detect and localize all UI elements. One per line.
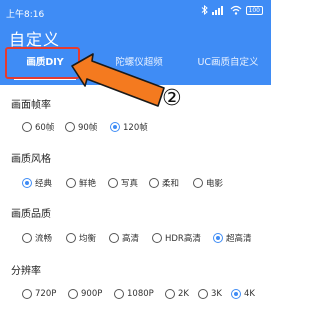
option-label: 2K <box>178 289 189 299</box>
annotation-number: ② <box>162 86 182 111</box>
option-90fps[interactable]: 90帧 <box>65 118 97 136</box>
option-movie[interactable]: 电影 <box>193 174 223 192</box>
option-label: 电影 <box>206 179 224 189</box>
option-vivid[interactable]: 鲜艳 <box>66 174 96 192</box>
section-title-style: 画质风格 <box>11 154 51 165</box>
option-1080p[interactable]: 1080P <box>114 285 154 303</box>
battery-icon: 100 <box>245 5 263 15</box>
option-900p[interactable]: 900P <box>68 285 102 303</box>
radio-portrait[interactable] <box>108 178 118 188</box>
option-hdr-hd[interactable]: HDR高清 <box>152 229 201 247</box>
option-720p[interactable]: 720P <box>22 285 56 303</box>
status-bar: 上午8:16 100 <box>0 0 271 22</box>
annotation-highlight-box <box>5 47 80 79</box>
option-label: 120帧 <box>123 123 148 133</box>
option-label: HDR高清 <box>165 234 201 244</box>
option-label: 高清 <box>122 234 140 244</box>
radio-ultra-hd[interactable] <box>213 233 223 243</box>
style-options: 经典 鲜艳 写真 柔和 电影 <box>0 174 271 192</box>
option-label: 720P <box>35 289 57 299</box>
option-label: 60帧 <box>35 123 55 133</box>
radio-hd[interactable] <box>109 233 119 243</box>
quality-options: 流畅 均衡 高清 HDR高清 超高清 <box>0 229 271 247</box>
option-ultra-hd[interactable]: 超高清 <box>213 229 252 247</box>
option-3k[interactable]: 3K <box>198 285 222 303</box>
option-label: 柔和 <box>162 179 180 189</box>
tab-uc-quality-custom[interactable]: UC画质自定义 <box>188 50 268 80</box>
section-title-resolution: 分辨率 <box>11 266 41 277</box>
option-label: 超高清 <box>226 234 252 244</box>
radio-120fps[interactable] <box>110 122 120 132</box>
option-2k[interactable]: 2K <box>165 285 189 303</box>
frame-rate-options: 60帧 90帧 120帧 <box>0 118 271 136</box>
option-4k[interactable]: 4K <box>231 285 255 303</box>
radio-balanced[interactable] <box>66 233 76 243</box>
status-time: 上午8:16 <box>6 10 45 20</box>
radio-60fps[interactable] <box>22 122 32 132</box>
option-soft[interactable]: 柔和 <box>149 174 179 192</box>
option-portrait[interactable]: 写真 <box>108 174 138 192</box>
wifi-icon <box>230 5 241 15</box>
option-120fps[interactable]: 120帧 <box>110 118 148 136</box>
option-label: 90帧 <box>78 123 98 133</box>
tab-gyroscope-overclock[interactable]: 陀螺仪超频 <box>96 50 182 80</box>
radio-smooth[interactable] <box>22 233 32 243</box>
radio-vivid[interactable] <box>66 178 76 188</box>
section-title-quality: 画质品质 <box>11 209 51 220</box>
radio-movie[interactable] <box>193 178 203 188</box>
option-label: 4K <box>244 289 255 299</box>
option-label: 流畅 <box>35 234 53 244</box>
resolution-options: 720P 900P 1080P 2K 3K 4K <box>0 285 271 303</box>
radio-hdr-hd[interactable] <box>152 233 162 243</box>
radio-2k[interactable] <box>165 289 175 299</box>
option-label: 3K <box>211 289 222 299</box>
option-label: 1080P <box>127 289 154 299</box>
radio-soft[interactable] <box>149 178 159 188</box>
option-label: 鲜艳 <box>79 179 97 189</box>
bluetooth-icon <box>201 5 208 15</box>
radio-900p[interactable] <box>68 289 78 299</box>
signal-icon <box>211 6 223 15</box>
radio-classic[interactable] <box>22 178 32 188</box>
option-hd[interactable]: 高清 <box>109 229 139 247</box>
option-balanced[interactable]: 均衡 <box>66 229 96 247</box>
radio-3k[interactable] <box>198 289 208 299</box>
radio-90fps[interactable] <box>65 122 75 132</box>
option-label: 900P <box>81 289 103 299</box>
option-60fps[interactable]: 60帧 <box>22 118 54 136</box>
status-icons: 100 <box>201 5 263 15</box>
option-smooth[interactable]: 流畅 <box>22 229 52 247</box>
option-label: 写真 <box>121 179 139 189</box>
section-title-frame-rate: 画面帧率 <box>11 100 51 111</box>
radio-4k[interactable] <box>231 289 241 299</box>
option-label: 经典 <box>35 179 53 189</box>
radio-720p[interactable] <box>22 289 32 299</box>
option-classic[interactable]: 经典 <box>22 174 52 192</box>
radio-1080p[interactable] <box>114 289 124 299</box>
option-label: 均衡 <box>79 234 97 244</box>
